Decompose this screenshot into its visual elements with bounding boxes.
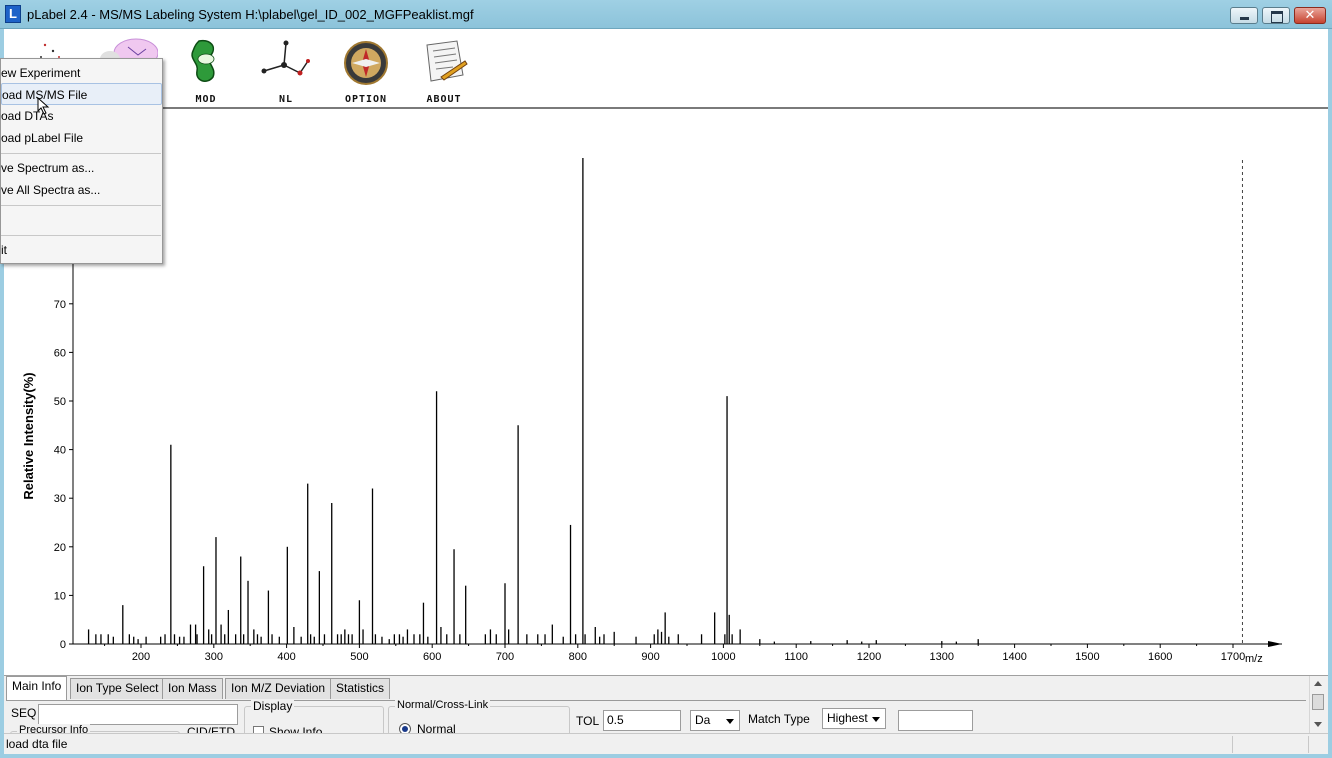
x-tick-label: 1200	[857, 651, 881, 663]
extra-input[interactable]	[898, 710, 973, 731]
x-tick-label: 1600	[1148, 651, 1172, 663]
normal-crosslink-title: Normal/Cross-Link	[395, 699, 491, 711]
normal-crosslink-group: Normal/Cross-Link Normal	[388, 699, 570, 733]
tab-ion-mz-deviation[interactable]: Ion M/Z Deviation	[225, 678, 332, 699]
window-title: pLabel 2.4 - MS/MS Labeling System H:\pl…	[27, 7, 474, 22]
toolbar-label: OPTION	[344, 94, 388, 105]
x-tick-label: 300	[205, 651, 223, 663]
radio-dot-icon	[402, 726, 408, 732]
toolbar-nl-button[interactable]: NL	[256, 37, 316, 105]
toolbar-label: ABOUT	[426, 94, 462, 105]
menu-separator	[1, 235, 161, 236]
seq-label: SEQ	[11, 706, 37, 720]
menu-item-new-experiment[interactable]: ew Experiment	[1, 62, 162, 84]
seq-input[interactable]	[38, 704, 238, 725]
document-pen-icon	[426, 40, 468, 82]
x-tick-label: 700	[496, 651, 514, 663]
status-text: load dta file	[6, 737, 68, 751]
normal-label: Normal	[417, 722, 456, 733]
toolbar-option-button[interactable]: OPTION	[336, 37, 396, 105]
main-info-content: SEQ Precursor Info CID/ETD Display Show …	[6, 699, 1306, 733]
toolbar-label: NL	[278, 94, 294, 105]
y-tick-label: 30	[54, 493, 66, 505]
menu-separator	[1, 153, 161, 154]
molecule-icon	[261, 40, 310, 76]
display-group: Display Show Info	[244, 699, 384, 733]
x-tick-label: 1500	[1075, 651, 1099, 663]
menu-item-save-spectrum[interactable]: ve Spectrum as...	[1, 157, 162, 179]
tol-label: TOL	[576, 714, 600, 728]
cid-etd-label: CID/ETD	[187, 725, 235, 733]
y-tick-label: 50	[54, 396, 66, 408]
toolbar-mod-button[interactable]: MOD	[176, 37, 236, 105]
tab-ion-type-select[interactable]: Ion Type Select	[70, 678, 165, 699]
status-panel	[1308, 736, 1328, 753]
x-tick-label: 1400	[1002, 651, 1026, 663]
title-bar: L pLabel 2.4 - MS/MS Labeling System H:\…	[0, 0, 1332, 29]
tol-unit-select[interactable]: Da	[690, 710, 740, 731]
x-tick-label: 1700	[1221, 651, 1245, 663]
y-axis-label: Relative Intensity(%)	[21, 372, 36, 499]
y-tick-label: 60	[54, 347, 66, 359]
precursor-label: Precursor Info	[17, 724, 91, 733]
spectrum-chart[interactable]: 200 300 400 500 600 700 800 900 1000 1100 1200 1300…	[4, 110, 1328, 675]
show-info-checkbox[interactable]	[253, 726, 264, 733]
x-tick-label: 200	[132, 651, 150, 663]
y-tick-label: 10	[54, 590, 66, 602]
scroll-up-icon[interactable]	[1314, 681, 1322, 686]
status-panel	[1232, 736, 1308, 753]
display-group-title: Display	[251, 699, 295, 713]
file-menu: ew Experiment oad MS/MS File oad DTAs oa…	[0, 58, 163, 264]
menu-item-load-dtas[interactable]: oad DTAs	[1, 105, 162, 127]
panel-scrollbar[interactable]	[1309, 676, 1326, 733]
y-tick-label: 40	[54, 445, 66, 457]
x-tick-label: 600	[423, 651, 441, 663]
spectrum-svg: 200 300 400 500 600 700 800 900 1000 1100 1200 1300…	[21, 140, 1282, 665]
normal-radio[interactable]	[399, 723, 411, 733]
close-icon: ✕	[1304, 7, 1316, 22]
compass-icon	[344, 41, 388, 85]
mouse-cursor-icon	[37, 97, 50, 115]
toolbar: MOD NL OPTION ABOUT	[4, 29, 1328, 109]
x-tick-label: 1100	[784, 651, 808, 663]
menu-separator	[1, 205, 161, 206]
protein-icon	[191, 39, 215, 82]
menu-item-blank[interactable]	[1, 209, 162, 231]
tab-main-info[interactable]: Main Info	[6, 676, 68, 700]
y-tick-label: 20	[54, 542, 66, 554]
match-type-select[interactable]: Highest	[822, 708, 886, 729]
tab-ion-mass[interactable]: Ion Mass	[162, 678, 223, 699]
scroll-down-icon[interactable]	[1314, 722, 1322, 727]
close-button[interactable]: ✕	[1294, 7, 1326, 24]
x-tick-label: 1000	[711, 651, 735, 663]
x-tick-label: 500	[350, 651, 368, 663]
tol-input[interactable]: 0.5	[603, 710, 681, 731]
x-tick-label: 400	[277, 651, 295, 663]
info-panel: Main Info Ion Type Select Ion Mass Ion M…	[4, 675, 1328, 733]
status-bar: load dta file	[4, 733, 1328, 754]
x-tick-label: 900	[641, 651, 659, 663]
y-tick-label: 70	[54, 299, 66, 311]
x-axis-label: m/z	[1245, 653, 1263, 665]
minimize-button[interactable]	[1230, 7, 1258, 24]
toolbar-about-button[interactable]: ABOUT	[414, 37, 474, 105]
menu-item-load-msms-file[interactable]: oad MS/MS File	[1, 83, 162, 105]
menu-item-load-plabel-file[interactable]: oad pLabel File	[1, 127, 162, 149]
menu-item-save-all-spectra[interactable]: ve All Spectra as...	[1, 179, 162, 201]
match-type-label: Match Type	[748, 712, 810, 726]
x-tick-label: 1300	[930, 651, 954, 663]
app-logo-icon: L	[5, 5, 21, 23]
y-tick-label: 0	[60, 639, 66, 651]
toolbar-label: MOD	[195, 94, 217, 105]
menu-item-exit[interactable]: it	[1, 239, 162, 261]
tab-statistics[interactable]: Statistics	[330, 678, 391, 699]
show-info-label: Show Info	[269, 725, 323, 733]
x-axis-arrow-icon	[1268, 641, 1282, 647]
x-tick-label: 800	[569, 651, 587, 663]
maximize-button[interactable]	[1262, 7, 1290, 24]
scroll-thumb[interactable]	[1312, 694, 1324, 710]
